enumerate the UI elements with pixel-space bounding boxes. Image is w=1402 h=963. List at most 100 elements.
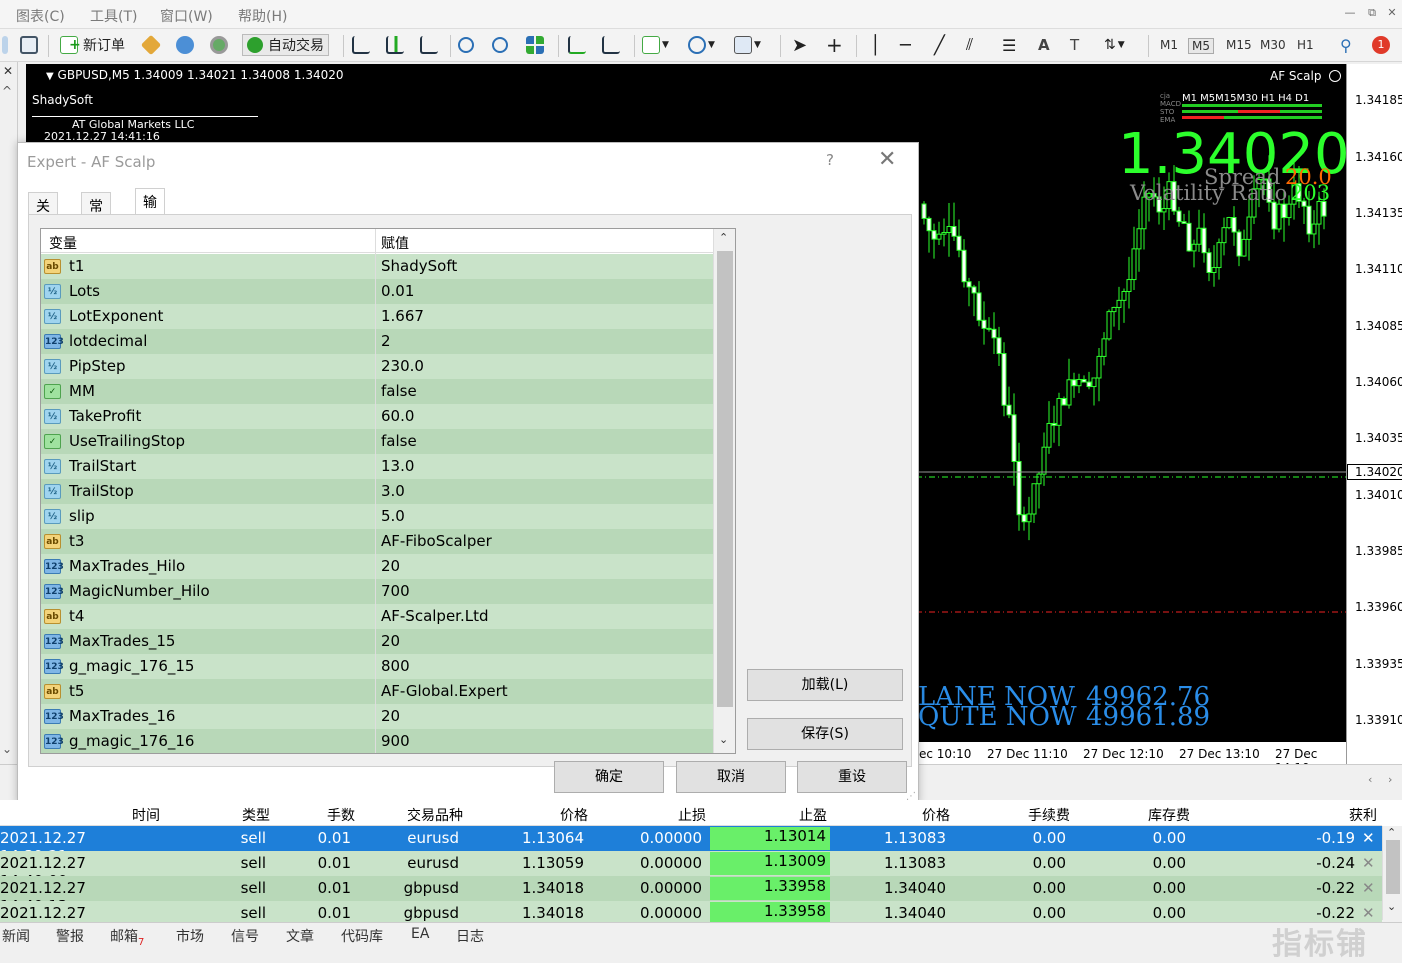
trade-col-header[interactable]: 止盈 xyxy=(799,805,827,825)
param-row[interactable]: ½ PipStep 230.0 xyxy=(41,354,713,379)
fibo-button[interactable]: ☰ xyxy=(1002,34,1016,56)
cursor-button[interactable]: ➤ xyxy=(792,34,807,56)
trade-col-header[interactable]: 止损 xyxy=(678,805,706,825)
zoom-in-button[interactable] xyxy=(458,34,474,56)
trade-col-header[interactable]: 获利 xyxy=(1349,805,1377,825)
reset-button[interactable]: 重设 xyxy=(797,761,907,793)
param-row[interactable]: 123 g_magic_176_15 800 xyxy=(41,654,713,679)
chart-shift-button[interactable] xyxy=(602,34,620,56)
trade-col-header[interactable]: 交易品种 xyxy=(407,805,463,825)
trade-row[interactable]: 2021.12.27 14:40:13sell0.01gbpusd1.34018… xyxy=(0,876,1382,915)
trade-row[interactable]: 2021.12.27 14:39:21sell0.01eurusd1.13064… xyxy=(0,826,1382,865)
param-row[interactable]: 123 MaxTrades_15 20 xyxy=(41,629,713,654)
param-value[interactable]: 900 xyxy=(381,732,410,750)
param-row[interactable]: ✓ UseTrailingStop false xyxy=(41,429,713,454)
text-button[interactable]: A xyxy=(1038,34,1050,56)
table-scrollbar[interactable]: ⌃ ⌄ xyxy=(713,229,735,753)
scroll-down-icon[interactable]: ⌄ xyxy=(1387,900,1396,913)
param-value[interactable]: 3.0 xyxy=(381,482,405,500)
param-row[interactable]: ab t4 AF-Scalper.Ltd xyxy=(41,604,713,629)
vertical-line-button[interactable]: │ xyxy=(870,34,881,56)
param-row[interactable]: ½ slip 5.0 xyxy=(41,504,713,529)
param-row[interactable]: ½ TrailStop 3.0 xyxy=(41,479,713,504)
restore-icon[interactable]: ⧉ xyxy=(1362,6,1382,22)
param-value[interactable]: AF-FiboScalper xyxy=(381,532,492,550)
channel-button[interactable]: ⫽ xyxy=(966,34,973,56)
tile-windows-button[interactable] xyxy=(526,34,544,56)
candle-chart-button[interactable] xyxy=(386,34,404,56)
param-value[interactable]: 2 xyxy=(381,332,391,350)
menu-help[interactable]: 帮助(H) xyxy=(238,6,287,26)
tab-codebase[interactable]: 代码库 xyxy=(341,926,383,946)
param-row[interactable]: ½ TakeProfit 60.0 xyxy=(41,404,713,429)
tab-market[interactable]: 市场 xyxy=(176,926,204,946)
profiles-button[interactable] xyxy=(2,34,8,56)
save-button[interactable]: 保存(S) xyxy=(747,718,903,750)
metaeditor-button[interactable] xyxy=(140,34,162,56)
param-row[interactable]: ✓ MM false xyxy=(41,379,713,404)
header-variable[interactable]: 变量 xyxy=(49,233,77,253)
param-row[interactable]: 123 MaxTrades_Hilo 20 xyxy=(41,554,713,579)
trade-col-header[interactable]: 类型 xyxy=(242,805,270,825)
param-row[interactable]: 123 g_magic_176_16 900 xyxy=(41,729,713,753)
trade-col-header[interactable]: 手续费 xyxy=(1028,805,1070,825)
tab-articles[interactable]: 文章 xyxy=(286,926,314,946)
tab-scroll-left-icon[interactable]: ‹ xyxy=(1368,773,1372,786)
ok-button[interactable]: 确定 xyxy=(554,761,664,793)
param-value[interactable]: ShadySoft xyxy=(381,257,457,275)
param-row[interactable]: ab t5 AF-Global.Expert xyxy=(41,679,713,704)
param-value[interactable]: 60.0 xyxy=(381,407,414,425)
zoom-fit-button[interactable] xyxy=(20,34,38,56)
tab-inputs[interactable]: 输入参数 xyxy=(135,188,165,271)
load-button[interactable]: 加载(L) xyxy=(747,669,903,701)
param-value[interactable]: 20 xyxy=(381,557,400,575)
signals-button[interactable] xyxy=(210,34,228,56)
bar-chart-button[interactable] xyxy=(352,34,370,56)
param-row[interactable]: 123 MagicNumber_Hilo 700 xyxy=(41,579,713,604)
param-row[interactable]: ½ TrailStart 13.0 xyxy=(41,454,713,479)
close-icon[interactable]: ✕ xyxy=(1382,6,1402,22)
scrollbar-thumb[interactable] xyxy=(1386,840,1400,894)
tab-ea[interactable]: EA xyxy=(411,926,429,942)
notifications-button[interactable]: 1 xyxy=(1372,34,1390,56)
param-value[interactable]: 20 xyxy=(381,632,400,650)
trade-col-header[interactable]: 价格 xyxy=(922,805,950,825)
trade-row[interactable]: 2021.12.27 14:40:00sell0.01eurusd1.13059… xyxy=(0,851,1382,890)
param-value[interactable]: 20 xyxy=(381,707,400,725)
tab-mailbox[interactable]: 邮箱7 xyxy=(110,926,144,948)
tf-m1[interactable]: M1 xyxy=(1160,38,1178,52)
help-icon[interactable]: ? xyxy=(826,151,834,169)
param-value[interactable]: 13.0 xyxy=(381,457,414,475)
tab-scroll-right-icon[interactable]: › xyxy=(1388,773,1392,786)
market-button[interactable] xyxy=(176,34,194,56)
param-value[interactable]: false xyxy=(381,432,417,450)
tab-about[interactable]: 关于 xyxy=(28,192,58,235)
scroll-up-icon[interactable]: ⌃ xyxy=(1387,826,1396,839)
crosshair-button[interactable]: + xyxy=(826,33,843,57)
zoom-out-button[interactable] xyxy=(492,34,508,56)
close-dialog-icon[interactable]: ✕ xyxy=(878,147,896,172)
param-value[interactable]: 700 xyxy=(381,582,410,600)
param-value[interactable]: AF-Scalper.Ltd xyxy=(381,607,489,625)
tf-m5[interactable]: M5 xyxy=(1188,38,1214,54)
templates-button[interactable]: ▼ xyxy=(734,34,761,56)
scroll-up-icon[interactable]: ⌃ xyxy=(719,231,728,244)
trade-col-header[interactable]: 手数 xyxy=(327,805,355,825)
scroll-up-icon[interactable]: ^ xyxy=(2,84,12,98)
scroll-down-icon[interactable]: ⌄ xyxy=(2,742,12,756)
close-position-icon[interactable]: ✕ xyxy=(1362,879,1375,897)
menu-tools[interactable]: 工具(T) xyxy=(90,6,137,26)
tab-common[interactable]: 常用 xyxy=(81,192,111,235)
scrollbar-thumb[interactable] xyxy=(717,251,733,707)
tab-journal[interactable]: 日志 xyxy=(456,926,484,946)
minimize-icon[interactable]: — xyxy=(1340,6,1360,22)
chart-collapse-icon[interactable]: ▼ xyxy=(46,71,54,82)
tf-h1[interactable]: H1 xyxy=(1297,38,1314,52)
tf-m15[interactable]: M15 xyxy=(1226,38,1252,52)
line-chart-button[interactable] xyxy=(420,34,438,56)
tab-alerts[interactable]: 警报 xyxy=(56,926,84,946)
scroll-down-icon[interactable]: ⌄ xyxy=(719,733,728,746)
param-row[interactable]: ab t3 AF-FiboScalper xyxy=(41,529,713,554)
param-row[interactable]: ½ Lots 0.01 xyxy=(41,279,713,304)
param-value[interactable]: 5.0 xyxy=(381,507,405,525)
